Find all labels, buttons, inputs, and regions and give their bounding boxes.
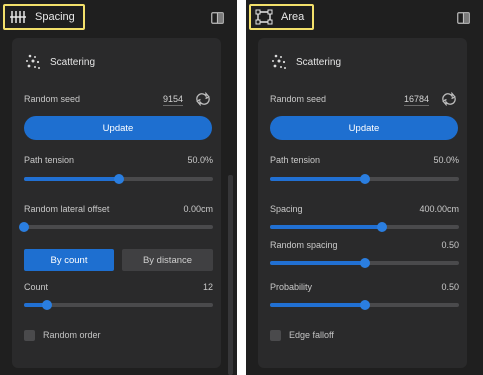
random-order-checkbox[interactable]: Random order (24, 328, 101, 342)
update-button[interactable]: Update (270, 116, 458, 140)
random-seed-row: Random seed 9154 (24, 91, 213, 108)
random-seed-label: Random seed (270, 94, 327, 104)
scatter-icon (24, 53, 42, 71)
slider-fill (270, 261, 365, 265)
spacing-mode-header[interactable]: Spacing (3, 4, 85, 30)
random-seed-row: Random seed 16784 (270, 91, 459, 108)
checkbox-box[interactable] (270, 329, 281, 341)
random-spacing-slider[interactable] (270, 258, 459, 268)
split-view-icon[interactable] (211, 11, 224, 24)
by-count-button[interactable]: By count (24, 249, 114, 271)
path-tension-label: Path tension (270, 155, 321, 165)
panel-title: Spacing (35, 11, 75, 23)
scrollbar[interactable] (228, 175, 233, 375)
lateral-offset-label: Random lateral offset (24, 204, 110, 214)
area-mode-header[interactable]: Area (249, 4, 315, 30)
slider-track (24, 225, 213, 229)
path-tension-slider[interactable] (24, 174, 213, 184)
spacing-slider[interactable] (270, 222, 459, 232)
slider-fill (24, 177, 119, 181)
section-title: Scattering (50, 56, 96, 68)
count-label: Count (24, 282, 49, 292)
slider-fill (270, 225, 382, 229)
random-spacing-value: 0.50 (441, 240, 459, 250)
probability-label: Probability (270, 282, 313, 292)
slider-handle[interactable] (113, 174, 124, 184)
random-order-label: Random order (43, 330, 101, 340)
slider-handle[interactable] (376, 222, 387, 232)
slider-handle[interactable] (359, 258, 370, 268)
random-seed-label: Random seed (24, 94, 81, 104)
edge-falloff-checkbox[interactable]: Edge falloff (270, 328, 334, 342)
count-value: 12 (202, 282, 213, 292)
path-tension-row: Path tension 50.0% (24, 155, 213, 169)
edge-falloff-label: Edge falloff (289, 330, 334, 340)
section-header: Scattering (270, 52, 341, 72)
probability-value: 0.50 (441, 282, 459, 292)
scatter-icon (270, 53, 288, 71)
random-spacing-row: Random spacing 0.50 (270, 240, 459, 254)
lateral-offset-slider[interactable] (19, 222, 213, 232)
probability-row: Probability 0.50 (270, 282, 459, 296)
path-tension-row: Path tension 50.0% (270, 155, 459, 169)
count-row: Count 12 (24, 282, 213, 296)
random-seed-value[interactable]: 9154 (162, 94, 183, 106)
slider-fill (270, 177, 365, 181)
slider-fill (270, 303, 365, 307)
path-tension-label: Path tension (24, 155, 75, 165)
slider-handle[interactable] (359, 174, 370, 184)
slider-handle[interactable] (19, 222, 29, 232)
probability-slider[interactable] (270, 300, 459, 310)
randomize-icon[interactable] (441, 91, 457, 107)
lateral-offset-value: 0.00cm (183, 204, 213, 214)
checkbox-box[interactable] (24, 329, 35, 341)
slider-handle[interactable] (41, 300, 52, 310)
by-distance-button[interactable]: By distance (122, 249, 213, 271)
slider-handle[interactable] (359, 300, 370, 310)
lateral-offset-row: Random lateral offset 0.00cm (24, 204, 213, 218)
scattering-card: Scattering Random seed 9154 Update Path … (12, 38, 221, 368)
spacing-icon (9, 9, 27, 25)
spacing-label: Spacing (270, 204, 303, 214)
path-tension-value: 50.0% (187, 155, 213, 165)
path-tension-slider[interactable] (270, 174, 459, 184)
path-tension-value: 50.0% (433, 155, 459, 165)
section-header: Scattering (24, 52, 95, 72)
count-slider[interactable] (24, 300, 213, 310)
slider-track (24, 303, 213, 307)
panel-header: Area (246, 0, 483, 34)
spacing-panel: Spacing Scattering Random seed 9154 Upda… (0, 0, 237, 375)
random-spacing-label: Random spacing (270, 240, 338, 250)
section-title: Scattering (296, 56, 342, 68)
area-icon (255, 9, 273, 25)
scattering-card: Scattering Random seed 16784 Update Path… (258, 38, 467, 368)
area-panel: Area Scattering Random seed 16784 Update… (246, 0, 483, 375)
randomize-icon[interactable] (195, 91, 211, 107)
spacing-value: 400.00cm (419, 204, 459, 214)
update-button[interactable]: Update (24, 116, 212, 140)
panel-header: Spacing (0, 0, 237, 34)
panel-title: Area (281, 11, 305, 23)
split-view-icon[interactable] (457, 11, 470, 24)
spacing-row: Spacing 400.00cm (270, 204, 459, 218)
random-seed-value[interactable]: 16784 (403, 94, 429, 106)
